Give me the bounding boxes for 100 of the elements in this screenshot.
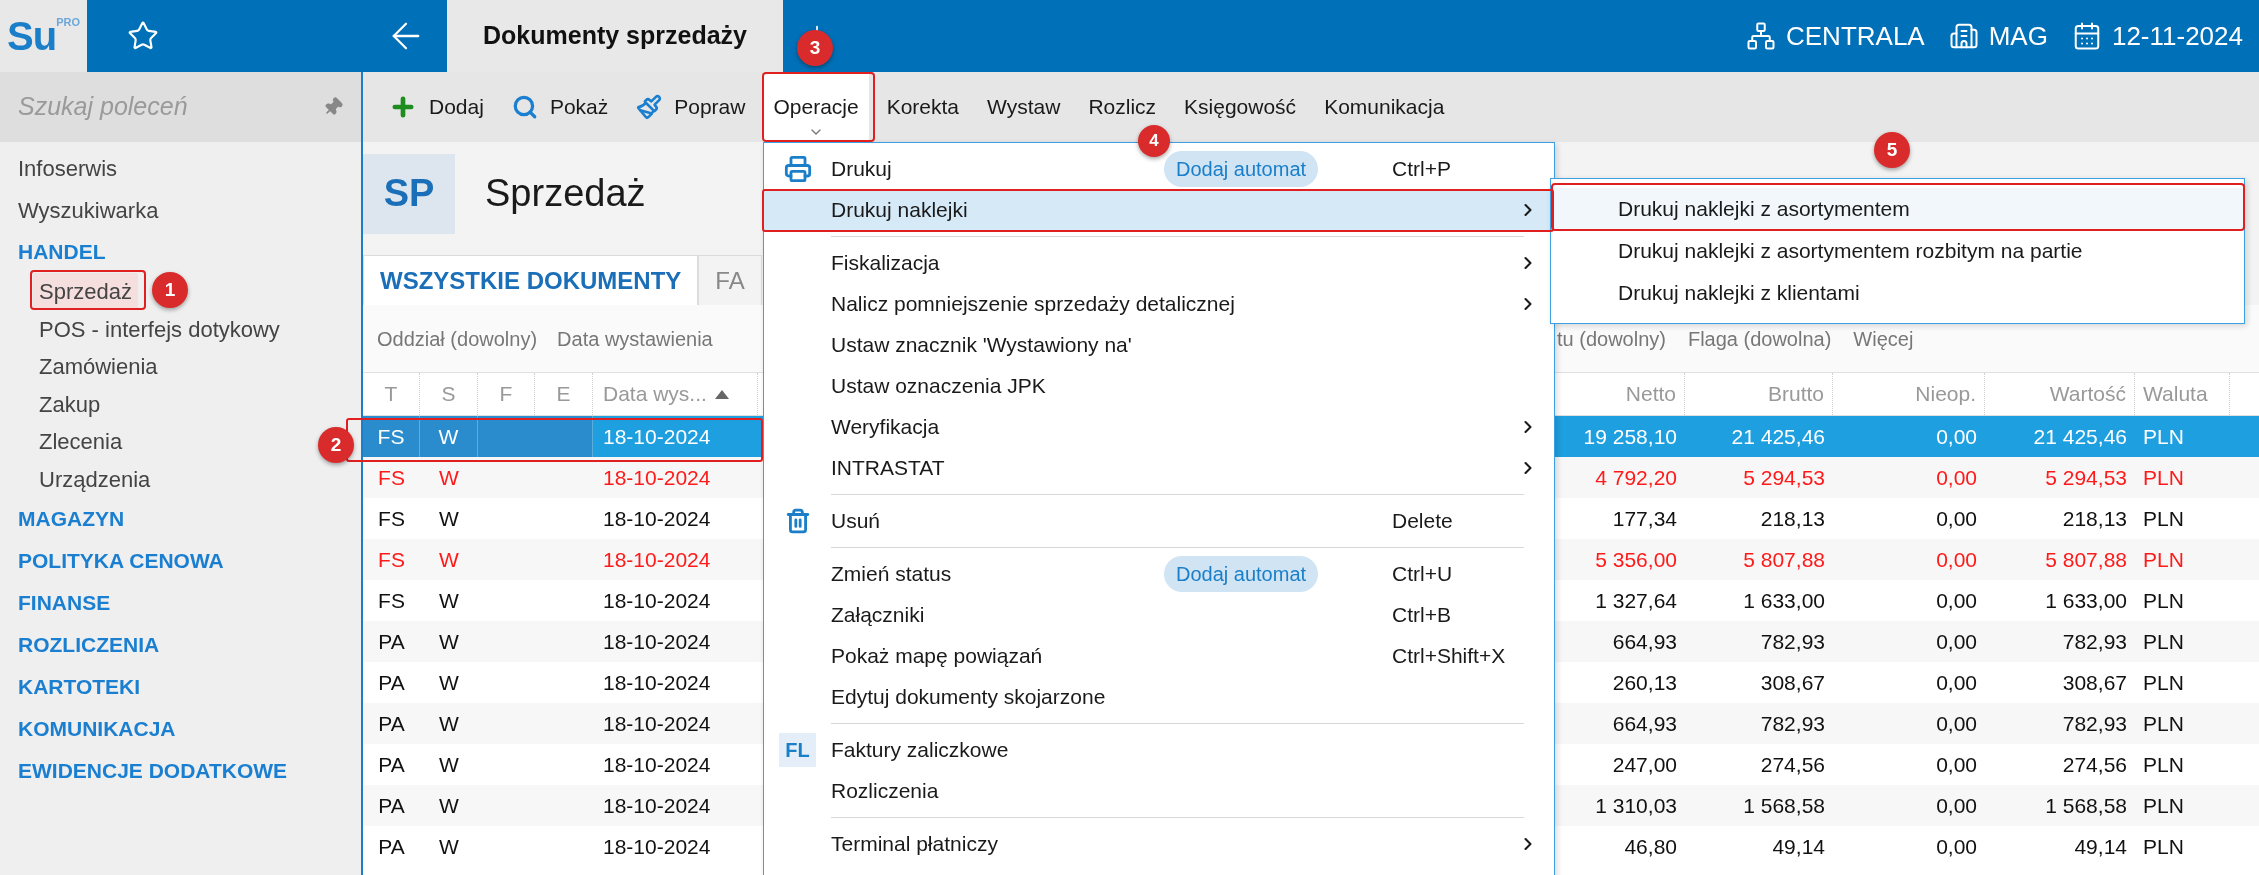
shortcut-label: Ctrl+B bbox=[1392, 601, 1451, 628]
table-cell: PLN bbox=[2143, 752, 2184, 776]
table-cell-text: FS bbox=[378, 505, 405, 532]
table-cell-text: 1 568,58 bbox=[2045, 792, 2127, 819]
table-cell: PLN bbox=[2143, 834, 2184, 858]
table-cell-text: 18-10-2024 bbox=[603, 710, 711, 737]
table-cell-text: 18-10-2024 bbox=[603, 669, 711, 696]
table-cell-text: 664,93 bbox=[1612, 710, 1677, 737]
code-icon: FL bbox=[779, 732, 816, 767]
table-cell-text: 664,93 bbox=[1612, 628, 1677, 655]
table-cell-text: W bbox=[439, 464, 459, 491]
table-cell-text: 218,13 bbox=[1760, 505, 1825, 532]
table-cell-text: 5 294,53 bbox=[2045, 464, 2127, 491]
table-cell-text: 46,80 bbox=[1624, 833, 1677, 860]
table-cell-text: W bbox=[439, 505, 459, 532]
table-cell-text: 49,14 bbox=[2074, 833, 2127, 860]
table-cell-text: 247,00 bbox=[1612, 751, 1677, 778]
table-cell-text: 18-10-2024 bbox=[603, 628, 711, 655]
table-cell-text: 782,93 bbox=[2062, 710, 2127, 737]
table-cell: PLN bbox=[2143, 588, 2184, 612]
table-cell-text: 0,00 bbox=[1936, 792, 1977, 819]
table-cell-text: 18-10-2024 bbox=[603, 751, 711, 778]
table-cell-text: 21 425,46 bbox=[2033, 423, 2127, 450]
table-cell-text: 21 425,46 bbox=[1731, 423, 1825, 450]
table-cell-text: W bbox=[439, 792, 459, 819]
menu-item-label: Drukuj naklejki bbox=[831, 196, 968, 223]
table-cell-text: W bbox=[439, 669, 459, 696]
table-cell-text: 4 792,20 bbox=[1595, 464, 1677, 491]
table-cell-text: 18-10-2024 bbox=[603, 833, 711, 860]
table-cell-text: FS bbox=[378, 587, 405, 614]
table-cell-text: 1 327,64 bbox=[1595, 587, 1677, 614]
table-cell-text: W bbox=[439, 546, 459, 573]
table-cell-text: 0,00 bbox=[1936, 669, 1977, 696]
table-cell-text: 782,93 bbox=[2062, 628, 2127, 655]
menu-item-label: INTRASTAT bbox=[831, 454, 945, 481]
table-cell-text: 18-10-2024 bbox=[603, 505, 711, 532]
status-label: 12-11-2024 bbox=[2111, 19, 2243, 53]
table-cell-text: 274,56 bbox=[1760, 751, 1825, 778]
status-label: MAG bbox=[1988, 19, 2048, 53]
table-cell: PLN bbox=[2143, 670, 2184, 694]
table-cell-text: 218,13 bbox=[2062, 505, 2127, 532]
table-cell-text: 18-10-2024 bbox=[603, 423, 711, 450]
table-cell-text: FS bbox=[378, 464, 405, 491]
table-cell: PLN bbox=[2143, 506, 2184, 530]
table-cell-text: 0,00 bbox=[1936, 710, 1977, 737]
table-cell-text: W bbox=[439, 587, 459, 614]
menu-item-label: Weryfikacja bbox=[831, 413, 940, 440]
table-cell-text: 49,14 bbox=[1772, 833, 1825, 860]
table-cell-text: 0,00 bbox=[1936, 546, 1977, 573]
table-cell-text: PA bbox=[378, 669, 405, 696]
table-cell-text: 1 633,00 bbox=[2045, 587, 2127, 614]
menu-item-label: Ustaw oznaczenia JPK bbox=[831, 372, 1046, 399]
table-cell-text: W bbox=[438, 423, 459, 450]
table-cell-text: 5 294,53 bbox=[1743, 464, 1825, 491]
table-cell-text: PA bbox=[378, 751, 405, 778]
table-cell-text: 1 310,03 bbox=[1595, 792, 1677, 819]
table-cell: PLN bbox=[2143, 629, 2184, 653]
module-title: Sprzedaż bbox=[485, 171, 646, 216]
table-cell-text: 5 356,00 bbox=[1595, 546, 1677, 573]
table-cell-text: 274,56 bbox=[2062, 751, 2127, 778]
table-cell: PLN bbox=[2143, 711, 2184, 735]
table-cell-text: W bbox=[439, 628, 459, 655]
table-cell-text: 308,67 bbox=[1760, 669, 1825, 696]
menu-item-label: Fiskalizacja bbox=[831, 249, 940, 276]
table-cell-text: 177,34 bbox=[1612, 505, 1677, 532]
table-cell-text: 782,93 bbox=[1760, 628, 1825, 655]
table-cell-text: 18-10-2024 bbox=[603, 792, 711, 819]
table-cell-text: W bbox=[439, 751, 459, 778]
menu-item-label: Nalicz pomniejszenie sprzedaży detalicznej bbox=[831, 290, 1235, 317]
shortcut-label: Delete bbox=[1392, 507, 1453, 534]
table-cell-text: 0,00 bbox=[1936, 751, 1977, 778]
table-cell-text: 18-10-2024 bbox=[603, 587, 711, 614]
table-cell-text: FS bbox=[378, 546, 405, 573]
table-cell-text: 0,00 bbox=[1936, 587, 1977, 614]
menu-item-label: Drukuj bbox=[831, 155, 892, 182]
table-cell: PLN bbox=[2143, 465, 2184, 489]
menu-item-label: Usuń bbox=[831, 507, 881, 534]
table-cell: PLN bbox=[2143, 424, 2184, 448]
table-cell-text: PA bbox=[378, 710, 405, 737]
table-cell: PLN bbox=[2143, 547, 2184, 571]
menu-item-label: Terminal płatniczy bbox=[831, 830, 998, 857]
table-cell-text: 18-10-2024 bbox=[603, 546, 711, 573]
table-cell-text: 18-10-2024 bbox=[603, 464, 711, 491]
menu-item-label: Rozliczenia bbox=[831, 777, 939, 804]
table-cell: PLN bbox=[2143, 793, 2184, 817]
table-cell-text: 260,13 bbox=[1612, 669, 1677, 696]
table-cell-text: 19 258,10 bbox=[1583, 423, 1677, 450]
table-cell-text: 782,93 bbox=[1760, 710, 1825, 737]
table-cell-text: 1 568,58 bbox=[1743, 792, 1825, 819]
table-cell-text: 5 807,88 bbox=[2045, 546, 2127, 573]
table-cell-text: PA bbox=[378, 628, 405, 655]
table-cell-text: PA bbox=[378, 833, 405, 860]
table-cell-text: 0,00 bbox=[1936, 833, 1977, 860]
table-cell-text: 0,00 bbox=[1936, 423, 1977, 450]
shortcut-label: Ctrl+Shift+X bbox=[1392, 642, 1506, 669]
menu-item-label: Załączniki bbox=[831, 601, 925, 628]
table-cell-text: 0,00 bbox=[1936, 464, 1977, 491]
menu-item-label: Ustaw znacznik 'Wystawiony na' bbox=[831, 331, 1132, 358]
menu-item-label: Pokaż mapę powiązań bbox=[831, 642, 1043, 669]
table-cell-text: PA bbox=[378, 792, 405, 819]
